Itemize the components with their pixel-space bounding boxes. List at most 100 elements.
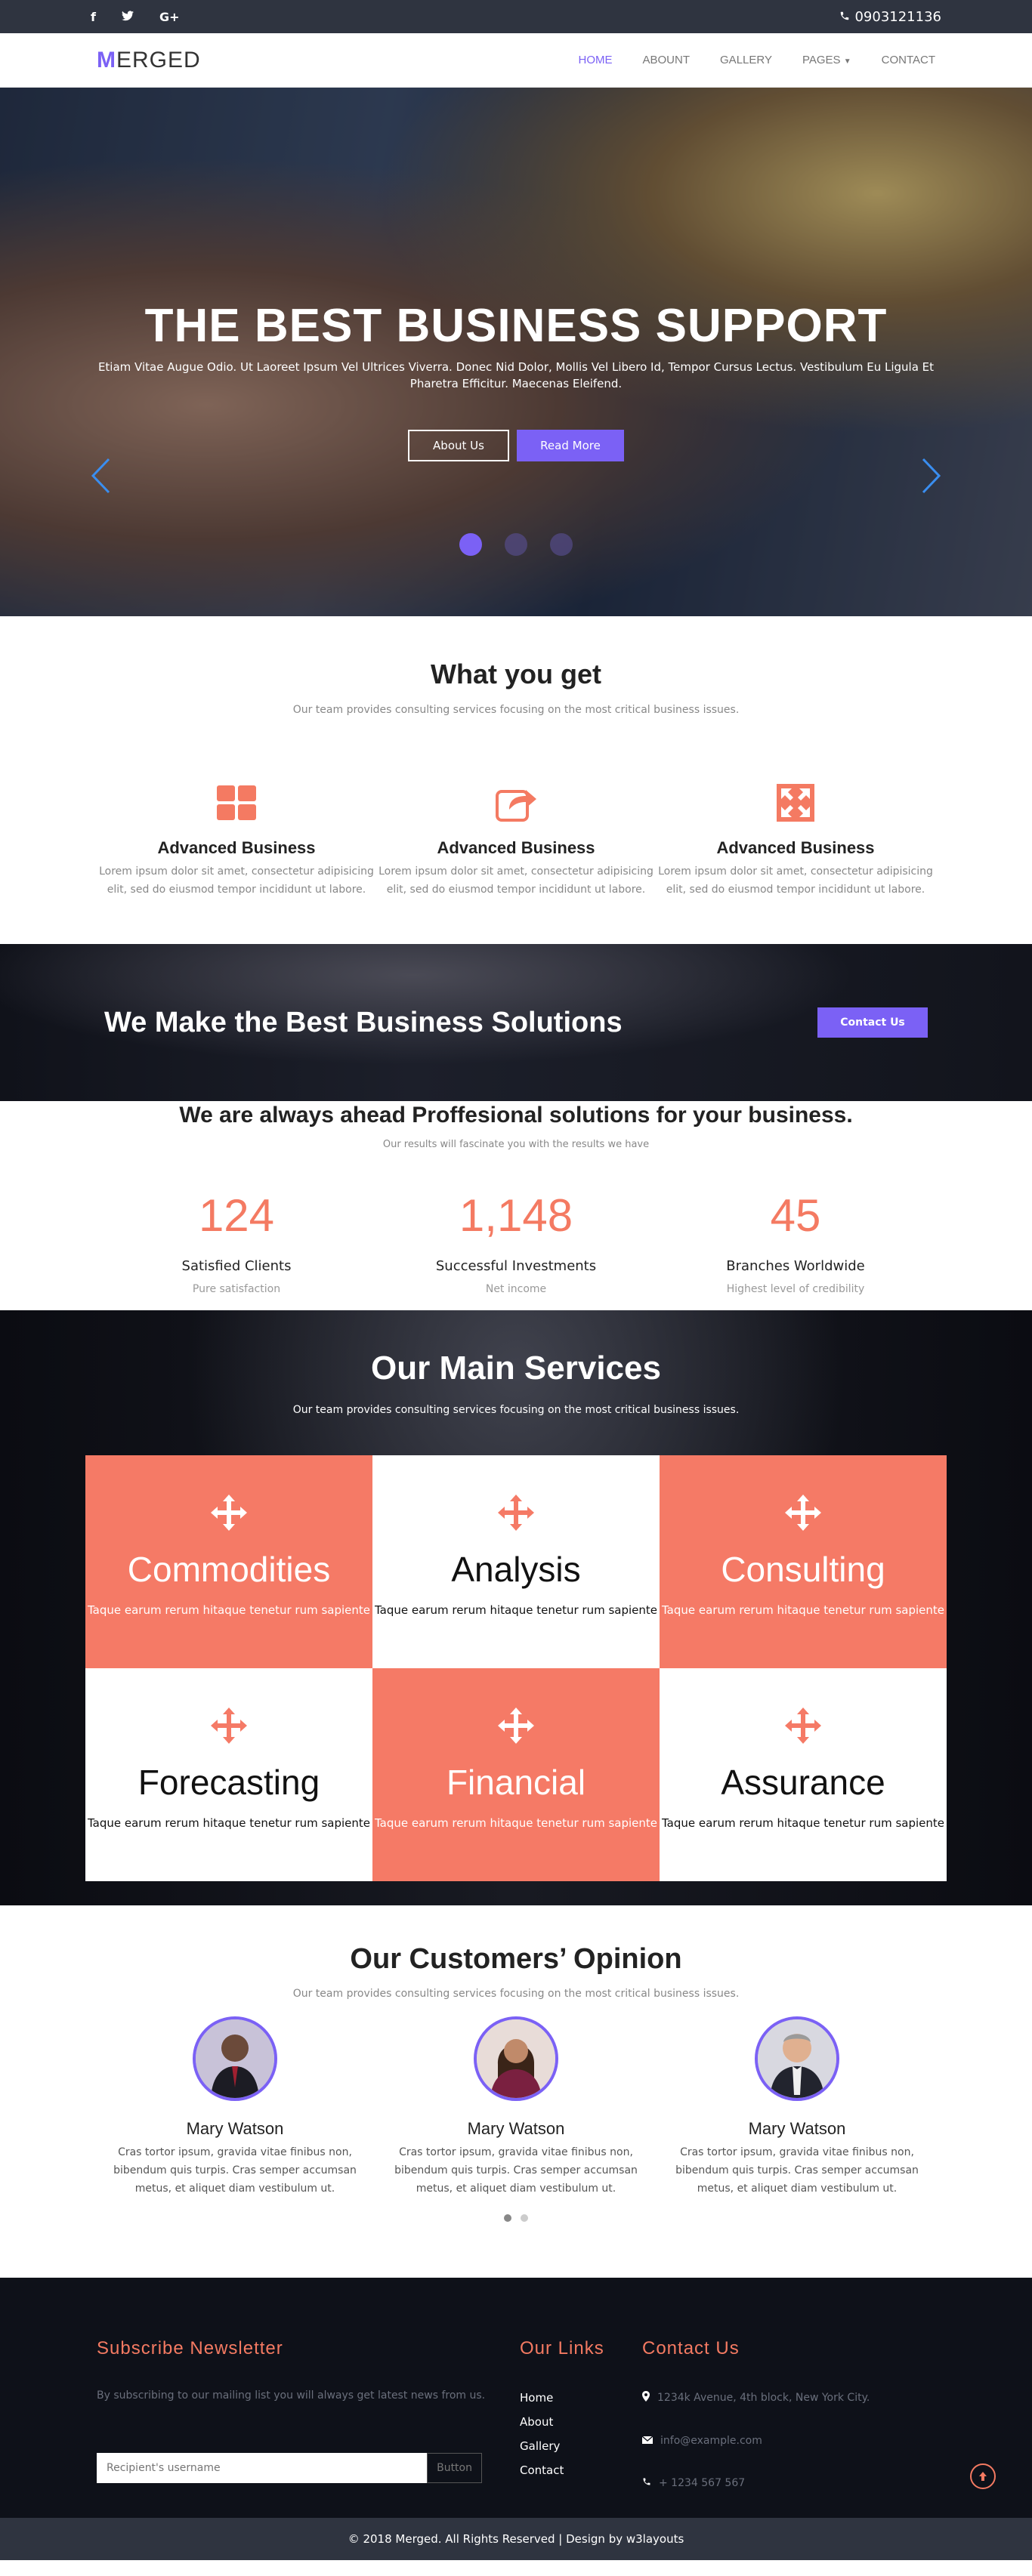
about-us-button[interactable]: About Us <box>408 430 509 461</box>
stat-label: Satisfied Clients <box>181 1258 292 1274</box>
chevron-right-icon[interactable] <box>922 458 941 503</box>
carousel-dot[interactable] <box>504 2214 511 2222</box>
chevron-left-icon[interactable] <box>91 458 110 503</box>
service-text: Taque earum rerum hitaque tenetur rum sa… <box>87 1816 371 1830</box>
service-grid: Commodities Taque earum rerum hitaque te… <box>85 1455 947 1881</box>
feature-title: Advanced Business <box>157 838 316 857</box>
feature-text: Lorem ipsum dolor sit amet, consectetur … <box>379 865 653 896</box>
nav-about[interactable]: ABOUNT <box>643 54 691 66</box>
stat-row: 124 Satisfied Clients Pure satisfaction … <box>0 1189 1032 1295</box>
service-title: Consulting <box>721 1550 885 1589</box>
feature-card: Advanced Business Lorem ipsum dolor sit … <box>97 781 376 899</box>
carousel-dot[interactable] <box>521 2214 528 2222</box>
service-title: Analysis <box>451 1550 581 1589</box>
stat-item: 1,148 Successful Investments Net income <box>376 1189 656 1295</box>
move-icon <box>372 1495 660 1532</box>
testimonial-card: Mary Watson Cras tortor ipsum, gravida v… <box>94 2016 375 2198</box>
phone-icon <box>642 2477 651 2489</box>
banner-title: We Make the Best Business Solutions <box>104 1006 623 1038</box>
service-card[interactable]: Commodities Taque earum rerum hitaque te… <box>85 1455 372 1668</box>
slider-dots <box>0 533 1032 556</box>
avatar <box>474 2016 558 2101</box>
service-card[interactable]: Assurance Taque earum rerum hitaque tene… <box>660 1668 947 1881</box>
service-text: Taque earum rerum hitaque tenetur rum sa… <box>374 1603 658 1617</box>
newsletter-title: Subscribe Newsletter <box>97 2338 283 2359</box>
stat-note: Highest level of credibility <box>726 1283 865 1295</box>
contact-phone[interactable]: + 1234 567 567 <box>642 2477 870 2489</box>
phone-icon <box>839 9 850 25</box>
footer-link-home[interactable]: Home <box>520 2391 642 2405</box>
contact-title: Contact Us <box>642 2338 740 2359</box>
caret-down-icon: ▼ <box>843 57 851 66</box>
services-section: Our Main Services Our team provides cons… <box>0 1310 1032 1905</box>
hero-buttons: About Us Read More <box>0 430 1032 461</box>
subscribe-button[interactable]: Button <box>427 2453 482 2483</box>
scroll-to-top-button[interactable] <box>970 2463 996 2489</box>
nav-contact[interactable]: CONTACT <box>882 54 935 66</box>
move-icon <box>85 1495 372 1532</box>
newsletter-column: Subscribe Newsletter By subscribing to o… <box>97 2338 520 2485</box>
links-title: Our Links <box>520 2338 604 2359</box>
stats-subtitle: Our results will fascinate you with the … <box>382 1139 650 1150</box>
footer-link-about[interactable]: About <box>520 2415 642 2429</box>
brand-rest: ERGED <box>116 47 201 72</box>
share-icon <box>376 781 656 825</box>
service-card[interactable]: Forecasting Taque earum rerum hitaque te… <box>85 1668 372 1881</box>
brand-logo[interactable]: MERGED <box>97 48 201 73</box>
top-bar: f G+ 0903121136 <box>0 0 1032 33</box>
features-section: What you get Our team provides consultin… <box>0 616 1032 944</box>
service-title: Commodities <box>127 1550 331 1589</box>
service-card[interactable]: Financial Taque earum rerum hitaque tene… <box>372 1668 660 1881</box>
footer-link-contact[interactable]: Contact <box>520 2463 642 2477</box>
stat-value: 45 <box>770 1190 821 1241</box>
twitter-icon[interactable] <box>121 10 134 24</box>
hero-subtitle: Etiam Vitae Augue Odio. Ut Laoreet Ipsum… <box>97 360 935 390</box>
read-more-button[interactable]: Read More <box>517 430 624 461</box>
brand-initial: M <box>97 47 116 72</box>
banner-inner: We Make the Best Business Solutions Cont… <box>0 944 1032 1101</box>
google-plus-icon[interactable]: G+ <box>159 10 180 24</box>
links-column: Our Links Home About Gallery Contact <box>520 2338 642 2485</box>
map-marker-icon <box>642 2391 650 2405</box>
facebook-icon[interactable]: f <box>91 10 96 24</box>
nav-home[interactable]: HOME <box>579 54 613 66</box>
stat-value: 124 <box>198 1190 275 1241</box>
hero-title: THE BEST BUSINESS SUPPORT <box>144 300 888 352</box>
contact-email[interactable]: info@example.com <box>641 2435 870 2447</box>
topbar-phone[interactable]: 0903121136 <box>839 9 941 25</box>
testimonial-card: Mary Watson Cras tortor ipsum, gravida v… <box>657 2016 938 2198</box>
nav-pages[interactable]: PAGES ▼ <box>802 54 851 66</box>
nav-gallery[interactable]: GALLERY <box>720 54 772 66</box>
feature-title: Advanced Business <box>437 838 595 857</box>
service-card[interactable]: Consulting Taque earum rerum hitaque ten… <box>660 1455 947 1668</box>
move-icon <box>660 1708 947 1745</box>
cta-banner: We Make the Best Business Solutions Cont… <box>0 944 1032 1101</box>
service-card[interactable]: Analysis Taque earum rerum hitaque tenet… <box>372 1455 660 1668</box>
stat-value: 1,148 <box>459 1190 573 1241</box>
move-icon <box>660 1495 947 1532</box>
stats-section: We are always ahead Proffesional solutio… <box>0 1101 1032 1310</box>
slider-dot[interactable] <box>550 533 573 556</box>
slider-dot[interactable] <box>459 533 482 556</box>
subscribe-form: Button <box>97 2453 482 2483</box>
footer-link-gallery[interactable]: Gallery <box>520 2439 642 2453</box>
feature-card: Advanced Business Lorem ipsum dolor sit … <box>376 781 656 899</box>
newsletter-input[interactable] <box>97 2453 428 2483</box>
service-text: Taque earum rerum hitaque tenetur rum sa… <box>87 1603 371 1617</box>
service-title: Forecasting <box>137 1763 320 1802</box>
services-title: Our Main Services <box>371 1350 661 1387</box>
phone-number: 0903121136 <box>854 8 941 25</box>
avatar <box>755 2016 839 2101</box>
feature-card: Advanced Business Lorem ipsum dolor sit … <box>656 781 935 899</box>
email-text: info@example.com <box>660 2435 762 2447</box>
slider-dot[interactable] <box>505 533 527 556</box>
nav-pages-label: PAGES <box>802 54 841 66</box>
move-icon <box>372 1708 660 1745</box>
contact-us-button[interactable]: Contact Us <box>817 1007 928 1038</box>
testimonial-card: Mary Watson Cras tortor ipsum, gravida v… <box>375 2016 657 2198</box>
testimonials-title: Our Customers’ Opinion <box>350 1943 682 1975</box>
contact-column: Contact Us 1234k Avenue, 4th block, New … <box>641 2338 870 2489</box>
testimonial-dots <box>0 2214 1032 2222</box>
testimonial-text: Cras tortor ipsum, gravida vitae finibus… <box>675 2146 919 2195</box>
testimonials-subtitle: Our team provides consulting services fo… <box>292 1988 740 2000</box>
